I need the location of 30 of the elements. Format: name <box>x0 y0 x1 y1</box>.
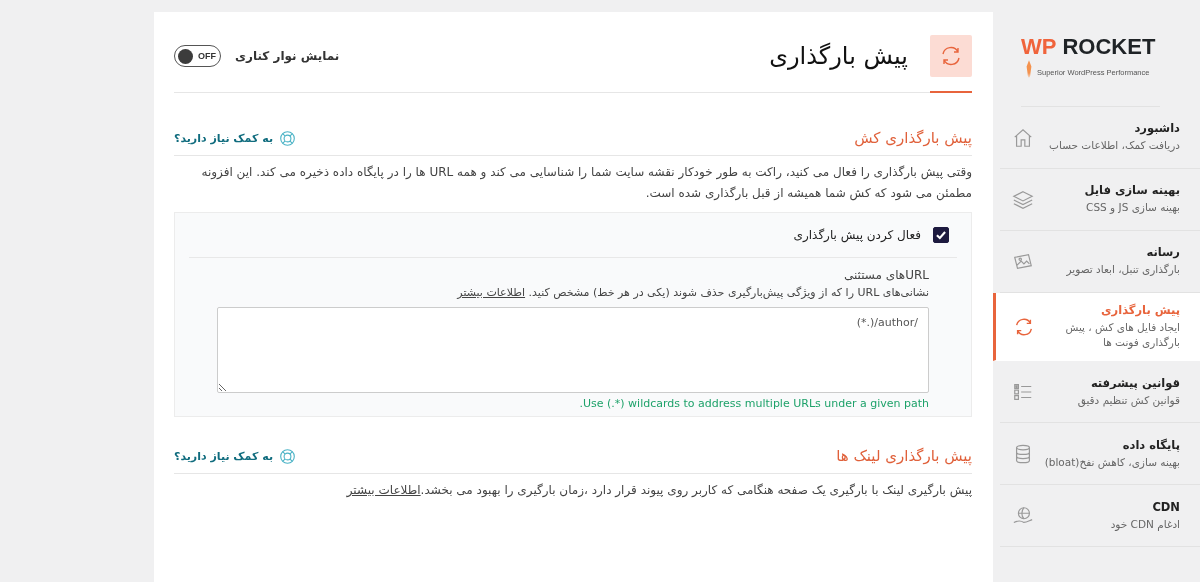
lifebuoy-icon <box>279 447 297 465</box>
checkbox[interactable] <box>933 227 949 243</box>
learn-more-link[interactable]: اطلاعات بیشتر <box>346 483 421 497</box>
rocket-icon <box>1025 60 1033 78</box>
layers-icon <box>1012 188 1034 211</box>
help-link[interactable]: به کمک نیاز دارید؟ <box>174 447 297 465</box>
section-title: پیش بارگذاری کش <box>854 129 972 147</box>
lifebuoy-icon <box>279 129 297 147</box>
toggle-label: نمایش نوار کناری <box>235 49 340 63</box>
help-link[interactable]: به کمک نیاز دارید؟ <box>174 129 297 147</box>
section-description: وقتی پیش بارگذاری را فعال می کنید، راکت به طور خودکار نقشه سایت شما را شناسایی می کند و همه URL ها را در پایگاه داده ذخیره می کند. این افزونه مطمئن می شود که کش شما همیشه از قبل بارگذاری شده است. <box>200 164 972 203</box>
field-description: نشانی‌های URL را که از ویژگی پیش‌بارگیری حذف شوند (یکی در هر خط) مشخص کنید. اطلاعات بیشتر <box>457 286 929 299</box>
excluded-urls-field[interactable]: /author/(.*) <box>217 307 929 393</box>
sidebar-item[interactable]: بهینه سازی فایل بهینه سازی JS و CSS <box>1000 169 1200 231</box>
field-label: URLهای مستثنی <box>844 268 929 282</box>
section-title: پیش بارگذاری لینک ها <box>836 447 972 465</box>
sidebar-item[interactable]: قوانین پیشرفته قوانین کش تنظیم دقیق <box>1000 361 1200 424</box>
logo-mark: WP <box>1021 36 1057 58</box>
page-title: پیش بارگذاری <box>769 42 908 70</box>
section-description: پیش بارگیری لینک با بارگیری یک صفحه هنگامی که کاربر روی پیوند قرار دارد ،زمان بارگیری را بهبود می بخشد.اطلاعات بیشتر <box>345 482 972 500</box>
sidebar-toggle[interactable]: OFF <box>174 45 221 67</box>
sidebar-item[interactable]: پایگاه داده بهینه سازی، کاهش نفخ(bloat) <box>1000 423 1200 486</box>
field-hint: Use (.*) wildcards to address multiple URLs under a given path. <box>579 397 929 410</box>
checkbox-label: فعال کردن پیش بارگذاری <box>793 228 921 242</box>
refresh-icon <box>930 35 972 77</box>
sidebar-item[interactable]: داشبورد دریافت کمک، اطلاعات حساب <box>1000 107 1200 169</box>
logo-name: ROCKET <box>1062 36 1156 58</box>
sidebar-item[interactable]: پیش بارگذاری ایجاد فایل های کش ، پیش بارگذاری فونت ها <box>993 293 1200 362</box>
home-icon <box>1012 126 1034 149</box>
learn-more-link[interactable]: اطلاعات بیشتر <box>457 286 526 299</box>
